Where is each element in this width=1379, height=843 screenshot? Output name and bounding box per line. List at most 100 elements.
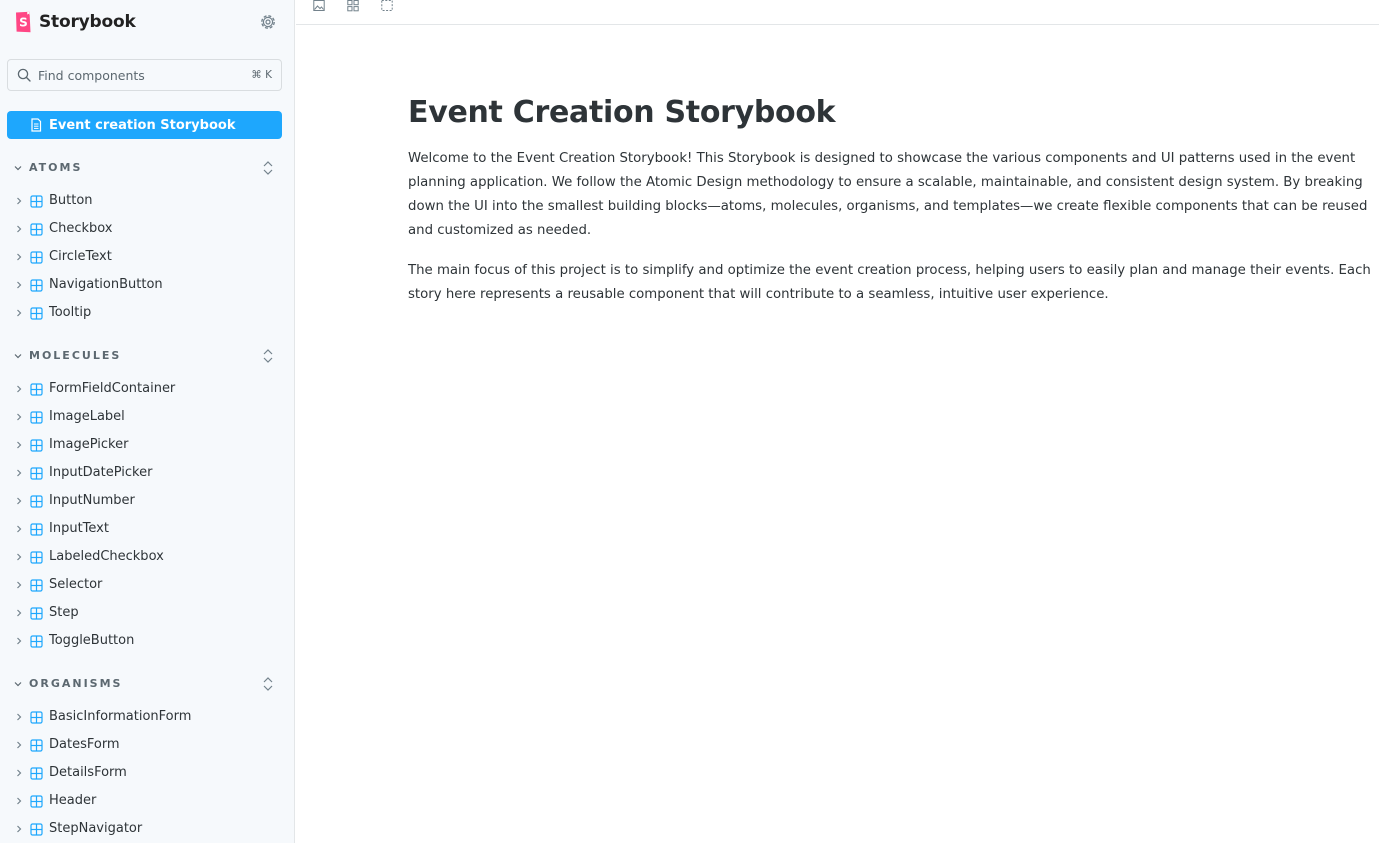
chevron-right-icon <box>17 281 22 289</box>
sidebar-item-label: BasicInformationForm <box>49 709 192 724</box>
component-icon <box>30 795 43 808</box>
group-header-atoms[interactable]: ATOMS <box>0 158 294 178</box>
chevron-right-icon <box>17 441 22 449</box>
search-input[interactable] <box>38 67 243 83</box>
sidebar-item-stepnavigator[interactable]: StepNavigator <box>0 817 294 841</box>
component-icon <box>30 439 43 452</box>
chevron-right-icon <box>17 385 22 393</box>
component-icon <box>30 823 43 836</box>
expand-collapse-icon[interactable] <box>261 675 275 693</box>
sidebar-item-header[interactable]: Header <box>0 789 294 813</box>
sidebar-item-label: Header <box>49 793 97 808</box>
sidebar-item-togglebutton[interactable]: ToggleButton <box>0 629 294 653</box>
search-shortcut: ⌘ K <box>251 69 272 81</box>
chevron-right-icon <box>17 769 22 777</box>
group-title: ORGANISMS <box>29 677 123 690</box>
sidebar-item-circletext[interactable]: CircleText <box>0 245 294 269</box>
component-icon <box>30 711 43 724</box>
sidebar-item-label: CircleText <box>49 249 112 264</box>
component-icon <box>30 279 43 292</box>
chevron-right-icon <box>17 253 22 261</box>
sidebar-item-inputnumber[interactable]: InputNumber <box>0 489 294 513</box>
component-icon <box>30 767 43 780</box>
component-icon <box>30 411 43 424</box>
sidebar-item-inputdatepicker[interactable]: InputDatePicker <box>0 461 294 485</box>
chevron-right-icon <box>17 469 22 477</box>
component-icon <box>30 579 43 592</box>
component-icon <box>30 251 43 264</box>
sidebar-item-label: Checkbox <box>49 221 113 236</box>
component-icon <box>30 607 43 620</box>
page-title: Event Creation Storybook <box>408 95 836 130</box>
sidebar-item-label: DetailsForm <box>49 765 127 780</box>
chevron-right-icon <box>17 225 22 233</box>
component-icon <box>30 495 43 508</box>
sidebar-item-tooltip[interactable]: Tooltip <box>0 301 294 325</box>
sidebar-item-datesform[interactable]: DatesForm <box>0 733 294 757</box>
sidebar-item-labeledcheckbox[interactable]: LabeledCheckbox <box>0 545 294 569</box>
sidebar-item-detailsform[interactable]: DetailsForm <box>0 761 294 785</box>
sidebar-item-step[interactable]: Step <box>0 601 294 625</box>
chevron-down-icon <box>14 354 22 359</box>
intro-paragraph: Welcome to the Event Creation Storybook!… <box>408 151 1368 238</box>
sidebar-item-event-creation-storybook[interactable]: Event creation Storybook <box>7 111 282 139</box>
sidebar-item-inputtext[interactable]: InputText <box>0 517 294 541</box>
brand-name: Storybook <box>39 12 136 32</box>
svg-text:S: S <box>19 16 28 30</box>
sidebar-item-checkbox[interactable]: Checkbox <box>0 217 294 241</box>
outline-icon[interactable] <box>381 0 393 12</box>
chevron-right-icon <box>17 741 22 749</box>
expand-collapse-icon[interactable] <box>261 347 275 365</box>
chevron-right-icon <box>17 713 22 721</box>
chevron-right-icon <box>17 825 22 833</box>
component-icon <box>30 223 43 236</box>
search-box[interactable]: ⌘ K <box>7 59 282 91</box>
chevron-right-icon <box>17 525 22 533</box>
component-icon <box>30 523 43 536</box>
grid-icon[interactable] <box>347 0 359 12</box>
group-header-organisms[interactable]: ORGANISMS <box>0 674 294 694</box>
chevron-right-icon <box>17 581 22 589</box>
chevron-right-icon <box>17 553 22 561</box>
sidebar-item-button[interactable]: Button <box>0 189 294 213</box>
sidebar-item-imagelabel[interactable]: ImageLabel <box>0 405 294 429</box>
group-header-molecules[interactable]: MOLECULES <box>0 346 294 366</box>
chevron-right-icon <box>17 413 22 421</box>
sidebar: S Storybook ⌘ K Event creation Storybook… <box>0 0 295 843</box>
sidebar-item-basicinformationform[interactable]: BasicInformationForm <box>0 705 294 729</box>
sidebar-item-label: ImagePicker <box>49 437 129 452</box>
component-icon <box>30 307 43 320</box>
brand[interactable]: S Storybook <box>15 11 136 33</box>
toolbar <box>296 0 1379 25</box>
image-icon[interactable] <box>313 0 325 12</box>
group-title: ATOMS <box>29 161 83 174</box>
chevron-right-icon <box>17 309 22 317</box>
sidebar-item-label: Tooltip <box>49 305 92 320</box>
sidebar-item-label: FormFieldContainer <box>49 381 176 396</box>
storybook-logo-icon: S <box>16 11 31 33</box>
component-icon <box>30 635 43 648</box>
sidebar-item-formfieldcontainer[interactable]: FormFieldContainer <box>0 377 294 401</box>
sidebar-item-label: NavigationButton <box>49 277 163 292</box>
expand-collapse-icon[interactable] <box>261 159 275 177</box>
gear-icon[interactable] <box>258 12 278 32</box>
chevron-right-icon <box>17 609 22 617</box>
sidebar-item-selector[interactable]: Selector <box>0 573 294 597</box>
sidebar-item-label: ToggleButton <box>49 633 135 648</box>
component-icon <box>30 467 43 480</box>
sidebar-item-label: Event creation Storybook <box>49 117 236 133</box>
sidebar-item-label: Button <box>49 193 93 208</box>
sidebar-item-label: Step <box>49 605 79 620</box>
docs-content: Event Creation Storybook Welcome to the … <box>408 93 1379 307</box>
chevron-right-icon <box>17 797 22 805</box>
sidebar-item-label: InputNumber <box>49 493 135 508</box>
component-icon <box>30 383 43 396</box>
chevron-right-icon <box>17 197 22 205</box>
sidebar-item-label: Selector <box>49 577 103 592</box>
sidebar-item-label: StepNavigator <box>49 821 143 836</box>
sidebar-item-imagepicker[interactable]: ImagePicker <box>0 433 294 457</box>
sidebar-item-label: ImageLabel <box>49 409 125 424</box>
component-icon <box>30 195 43 208</box>
sidebar-item-navigationbutton[interactable]: NavigationButton <box>0 273 294 297</box>
search-icon <box>17 68 31 82</box>
